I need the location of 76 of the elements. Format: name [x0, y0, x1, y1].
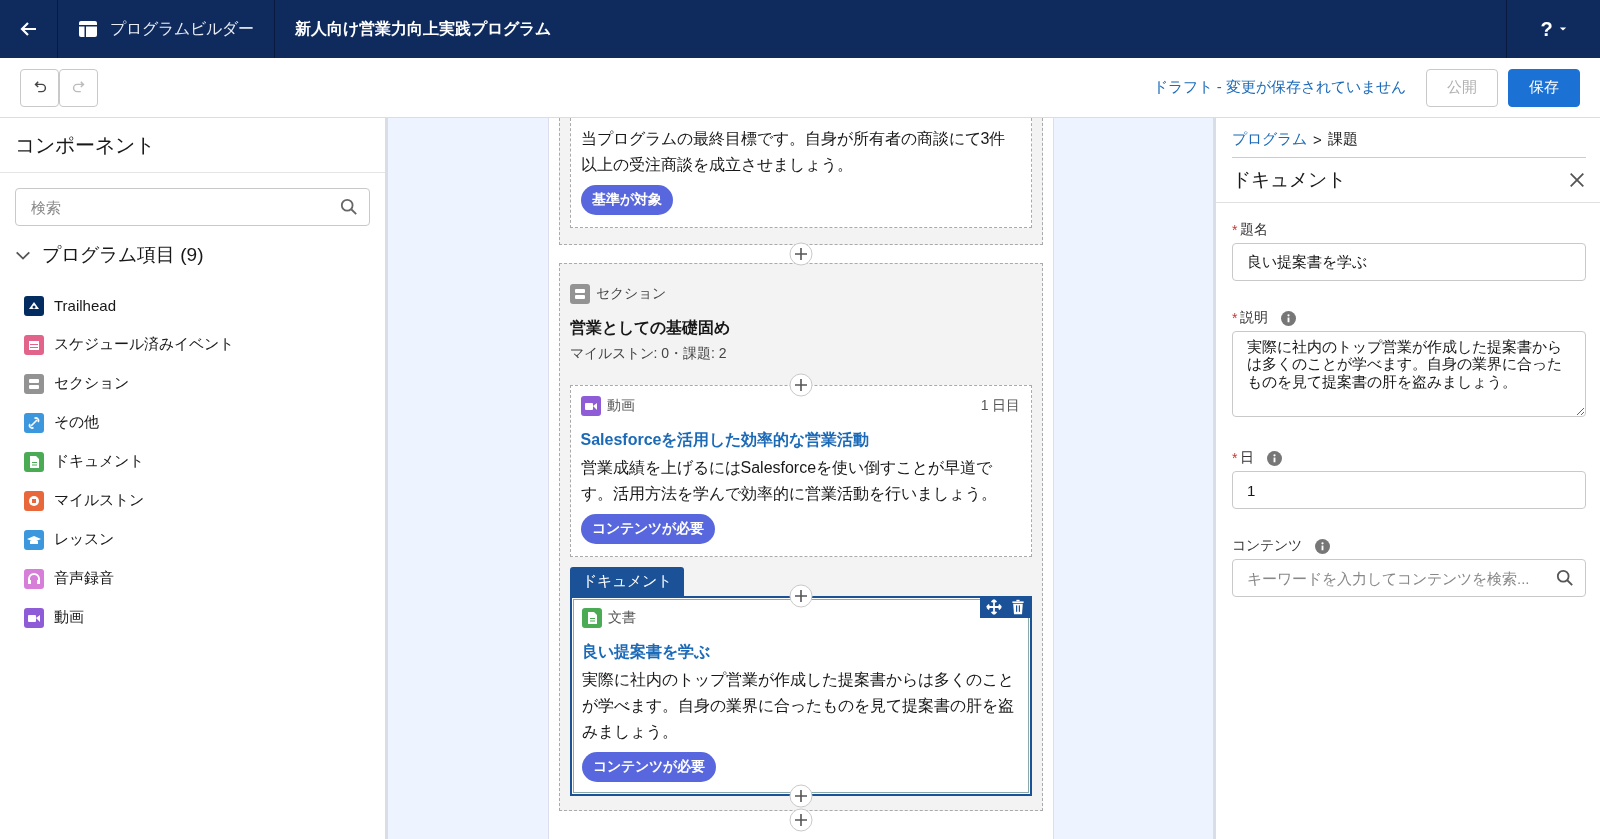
component-item[interactable]: ドキュメント: [24, 442, 385, 481]
component-item[interactable]: Trailhead: [24, 286, 385, 325]
field-label: 説明: [1240, 309, 1269, 327]
section-icon: [24, 373, 44, 394]
breadcrumb-link[interactable]: プログラム: [1232, 130, 1307, 149]
section-card[interactable]: [558, 263, 1043, 812]
day-label: 1 日目: [980, 397, 1021, 416]
add-button[interactable]: [788, 584, 813, 609]
card-description: 当プログラムの最終目標です。自身が所有者の商談にて3件以上の受注商談を成立させましょう。: [580, 129, 1007, 175]
section-meta: マイルストン: 0・課題: 2: [569, 345, 728, 364]
save-status: ドラフト - 変更が保存されていません: [1152, 78, 1406, 97]
info-icon[interactable]: [1281, 310, 1297, 326]
field-label: 題名: [1240, 221, 1269, 239]
app-name: プログラムビルダー: [110, 18, 254, 39]
required-mark: *: [1232, 310, 1238, 326]
undo-button[interactable]: [20, 68, 59, 107]
component-item[interactable]: 音声録音: [24, 559, 385, 598]
milestone-card[interactable]: 当プログラムの最終目標です。自身が所有者の商談にて3件以上の受注商談を成立させましょう。 基準が対象: [569, 118, 1032, 229]
group-header[interactable]: プログラム項目 (9): [14, 238, 204, 272]
search-icon: [1556, 569, 1574, 587]
search-icon: [340, 198, 358, 216]
component-item[interactable]: その他: [24, 403, 385, 442]
document-icon: [24, 451, 44, 472]
video-icon: [580, 396, 601, 417]
save-button[interactable]: 保存: [1508, 68, 1580, 107]
panel-title: コンポーネント: [15, 132, 155, 158]
text-field[interactable]: 良い提案書を学ぶ: [1232, 243, 1586, 281]
text-field[interactable]: 1: [1232, 471, 1586, 509]
card-description: 営業成績を上げるにはSalesforceを使い倒すことが早道です。活用方法を学んで効率的に営業活動を行いましょう。: [580, 458, 998, 504]
info-icon[interactable]: [1315, 538, 1330, 554]
search-field[interactable]: 検索: [15, 188, 370, 226]
document-icon: [581, 608, 602, 629]
add-button[interactable]: [788, 808, 813, 833]
close-button[interactable]: [1568, 171, 1586, 189]
help-menu-button[interactable]: ?: [1506, 0, 1600, 58]
component-item[interactable]: スケジュール済みイベント: [24, 325, 385, 364]
panel-title: ドキュメント: [1232, 168, 1347, 192]
card-type-label: 文書: [607, 609, 636, 628]
add-button[interactable]: [788, 242, 813, 267]
lesson-icon: [24, 529, 44, 550]
add-button[interactable]: [788, 373, 813, 398]
required-mark: *: [1232, 450, 1238, 466]
layout-icon: [78, 19, 98, 39]
required-mark: *: [1232, 222, 1238, 238]
video-icon: [24, 607, 44, 628]
content-search-field[interactable]: キーワードを入力してコンテンツを検索...: [1232, 559, 1586, 597]
section-icon: [569, 284, 590, 305]
card-type-label: 動画: [606, 397, 635, 416]
description-field[interactable]: 実際に社内のトップ営業が作成した提案書からは多くのことが学べます。自身の業界に合ったものを見て提案書の肝を盗みましょう。: [1232, 331, 1586, 417]
delete-icon[interactable]: [1009, 599, 1026, 616]
card-title-link[interactable]: Salesforceを活用した効率的な営業活動: [580, 430, 1021, 452]
component-item[interactable]: 動画: [24, 598, 385, 637]
task-card[interactable]: 動画 1 日目 Salesforceを活用した効率的な営業活動 営業成績を上げるにはSalesforceを使い倒すことが早道です。活用方法を学んで効率的に営業活動を行いましょう。 コンテンツが必要: [569, 385, 1032, 558]
audio-icon: [24, 568, 44, 589]
breadcrumb-current: 課題: [1327, 130, 1358, 149]
section-type-label: セクション: [595, 285, 666, 304]
move-icon[interactable]: [985, 599, 1002, 616]
component-item[interactable]: セクション: [24, 364, 385, 403]
component-item[interactable]: レッスン: [24, 520, 385, 559]
card-type-tab: ドキュメント: [569, 567, 684, 597]
task-card[interactable]: 文書 良い提案書を学ぶ 実際に社内のトップ営業が作成した提案書からは多くのことが学べます。自身の業界に合ったものを見て提案書の肝を盗みましょう。 コンテンツが必要: [569, 596, 1032, 797]
component-item[interactable]: マイルストン: [24, 481, 385, 520]
breadcrumb-separator: >: [1313, 131, 1322, 148]
info-icon[interactable]: [1267, 450, 1283, 466]
status-badge: コンテンツが必要: [581, 752, 716, 783]
status-badge: コンテンツが必要: [580, 514, 715, 545]
close-icon: [1568, 171, 1586, 189]
card-title-link[interactable]: 良い提案書を学ぶ: [581, 642, 1020, 664]
field-label: 日: [1240, 449, 1255, 467]
section-title: 営業としての基礎固め: [569, 318, 731, 339]
status-badge: 基準が対象: [580, 185, 673, 216]
caret-icon: [1558, 25, 1567, 33]
card-description: 実際に社内のトップ営業が作成した提案書からは多くのことが学べます。自身の業界に合ったものを見て提案書の肝を盗みましょう。: [581, 670, 1015, 742]
field-label: コンテンツ: [1232, 537, 1302, 555]
program-title: 新人向け営業力向上実践プログラム: [294, 18, 552, 39]
add-button[interactable]: [788, 784, 813, 809]
